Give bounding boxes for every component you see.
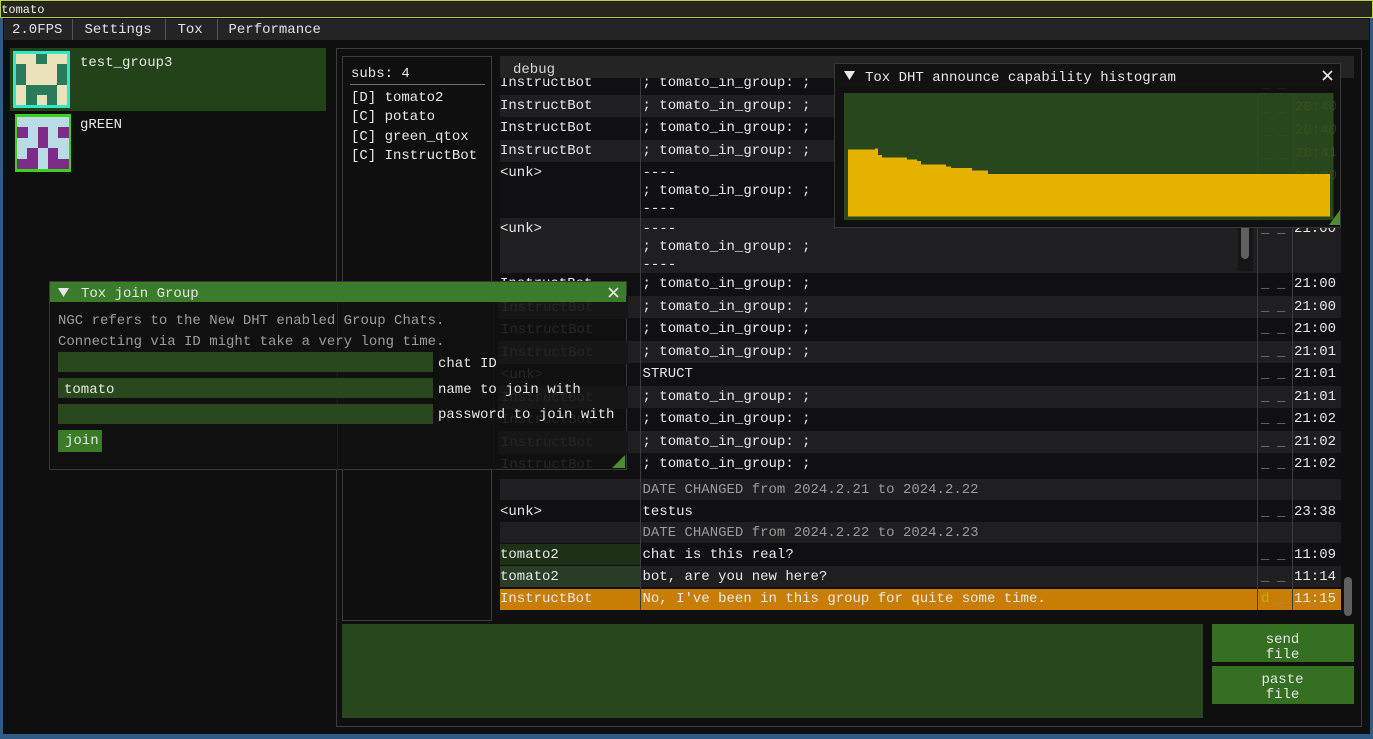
svg-text:_: _ bbox=[1277, 147, 1287, 163]
svg-text:20:41: 20:41 bbox=[1295, 146, 1334, 162]
svg-text:_: _ bbox=[1277, 101, 1287, 117]
svg-text:_: _ bbox=[1277, 124, 1287, 140]
svg-text:20:40: 20:40 bbox=[1295, 100, 1334, 116]
svg-text:_: _ bbox=[1261, 101, 1271, 117]
svg-text:_: _ bbox=[1261, 147, 1271, 163]
svg-text:20:40: 20:40 bbox=[1295, 123, 1334, 139]
svg-text:_: _ bbox=[1261, 124, 1271, 140]
